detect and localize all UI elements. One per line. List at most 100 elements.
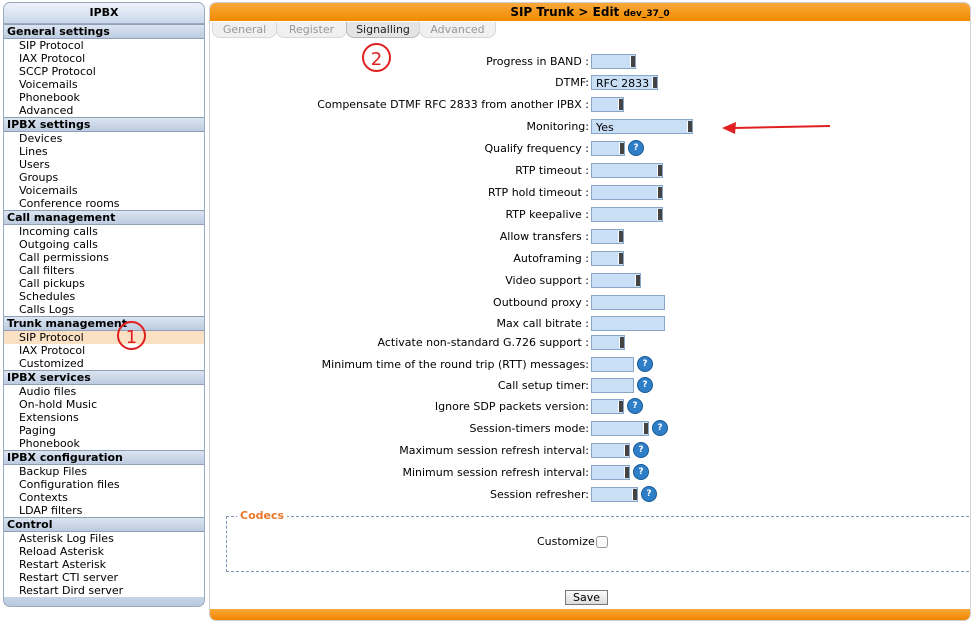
field-label: Monitoring:: [526, 120, 589, 133]
dropdown-arrow-icon: [635, 275, 640, 286]
sidebar-item[interactable]: Outgoing calls: [4, 238, 204, 251]
sidebar-item[interactable]: Audio files: [4, 385, 204, 398]
dropdown-arrow-icon: [624, 467, 629, 478]
sidebar-item[interactable]: Phonebook: [4, 91, 204, 104]
max-call-bitrate-input[interactable]: [591, 316, 665, 331]
help-icon[interactable]: ?: [633, 442, 649, 458]
session-timers-mode-select[interactable]: [591, 421, 649, 436]
field-label: Minimum session refresh interval:: [402, 466, 589, 479]
sidebar-item[interactable]: Lines: [4, 145, 204, 158]
sidebar-item[interactable]: Advanced: [4, 104, 204, 117]
compensate-dtmf-rfc-2833-from-another-ipbx-select[interactable]: [591, 97, 624, 112]
sidebar-item[interactable]: Restart Asterisk: [4, 558, 204, 571]
form-row: DTMF: RFC 2833: [210, 75, 970, 93]
form-row: RTP hold timeout :: [210, 185, 970, 203]
sidebar-item[interactable]: Call pickups: [4, 277, 204, 290]
help-icon[interactable]: ?: [652, 420, 668, 436]
sidebar-item[interactable]: Configuration files: [4, 478, 204, 491]
maximum-session-refresh-interval-select[interactable]: [591, 443, 630, 458]
sidebar-item[interactable]: SIP Protocol: [4, 331, 204, 344]
activate-non-standard-g-726-support-select[interactable]: [591, 335, 625, 350]
sidebar-item[interactable]: Call filters: [4, 264, 204, 277]
sidebar-item[interactable]: On-hold Music: [4, 398, 204, 411]
form-row: Ignore SDP packets version:?: [210, 398, 970, 417]
sidebar-item[interactable]: Calls Logs: [4, 303, 204, 316]
sidebar-item[interactable]: Restart CTI server: [4, 571, 204, 584]
dropdown-arrow-icon: [632, 489, 637, 500]
tab-advanced[interactable]: Advanced: [419, 22, 496, 38]
monitoring-select[interactable]: Yes: [591, 119, 693, 134]
qualify-frequency-select[interactable]: [591, 141, 625, 156]
outbound-proxy-input[interactable]: [591, 295, 665, 310]
dtmf-select[interactable]: RFC 2833: [591, 75, 658, 90]
sidebar-item[interactable]: Devices: [4, 132, 204, 145]
sidebar-item[interactable]: Users: [4, 158, 204, 171]
rtp-keepalive-select[interactable]: [591, 207, 663, 222]
sidebar-item[interactable]: SIP Protocol: [4, 39, 204, 52]
help-icon[interactable]: ?: [633, 464, 649, 480]
form-row: Minimum session refresh interval:?: [210, 464, 970, 483]
sidebar-item[interactable]: Schedules: [4, 290, 204, 303]
sidebar-item[interactable]: Asterisk Log Files: [4, 532, 204, 545]
dropdown-arrow-icon: [618, 253, 623, 264]
page-subtitle: dev_37_0: [623, 9, 670, 19]
sidebar-item[interactable]: IAX Protocol: [4, 344, 204, 357]
dropdown-arrow-icon: [657, 209, 662, 220]
sidebar-item[interactable]: Incoming calls: [4, 225, 204, 238]
allow-transfers-select[interactable]: [591, 229, 624, 244]
field-label: RTP timeout :: [515, 164, 589, 177]
help-icon[interactable]: ?: [637, 377, 653, 393]
sidebar-group-header: General settings: [4, 24, 204, 39]
sidebar-item[interactable]: Phonebook: [4, 437, 204, 450]
tab-general[interactable]: General: [212, 22, 277, 38]
dropdown-arrow-icon: [657, 187, 662, 198]
video-support-select[interactable]: [591, 273, 641, 288]
sidebar-item[interactable]: Contexts: [4, 491, 204, 504]
minimum-session-refresh-interval-select[interactable]: [591, 465, 630, 480]
main-panel: SIP Trunk > Edit dev_37_0 General Regist…: [209, 2, 971, 621]
save-button[interactable]: Save: [565, 590, 608, 605]
form-row: Minimum time of the round trip (RTT) mes…: [210, 356, 970, 375]
form-row: Compensate DTMF RFC 2833 from another IP…: [210, 97, 970, 115]
sidebar-group-header: IPBX configuration: [4, 450, 204, 465]
session-refresher-select[interactable]: [591, 487, 638, 502]
form-row: Monitoring: Yes: [210, 119, 970, 137]
sidebar-group-header: Control: [4, 517, 204, 532]
help-icon[interactable]: ?: [637, 356, 653, 372]
sidebar-item[interactable]: IAX Protocol: [4, 52, 204, 65]
sidebar-item[interactable]: Conference rooms: [4, 197, 204, 210]
sidebar-item[interactable]: Restart Dird server: [4, 584, 204, 597]
call-setup-timer-input[interactable]: [591, 378, 634, 393]
autoframing-select[interactable]: [591, 251, 624, 266]
customize-checkbox[interactable]: [596, 536, 608, 548]
annotation-marker-1: 1: [117, 321, 146, 350]
sidebar-item[interactable]: Paging: [4, 424, 204, 437]
help-icon[interactable]: ?: [627, 398, 643, 414]
dropdown-arrow-icon: [630, 56, 635, 67]
form-row: Activate non-standard G.726 support :: [210, 335, 970, 353]
sidebar-item[interactable]: Extensions: [4, 411, 204, 424]
tab-register[interactable]: Register: [276, 22, 347, 38]
minimum-time-of-the-round-trip-rtt-messages-input[interactable]: [591, 357, 634, 372]
sidebar-item[interactable]: Call permissions: [4, 251, 204, 264]
sidebar-item[interactable]: Customized: [4, 357, 204, 370]
sidebar-item[interactable]: Voicemails: [4, 78, 204, 91]
field-label: DTMF:: [555, 76, 589, 89]
sidebar-item[interactable]: SCCP Protocol: [4, 65, 204, 78]
help-icon[interactable]: ?: [628, 140, 644, 156]
form-row: Autoframing :: [210, 251, 970, 269]
tab-signalling[interactable]: Signalling: [346, 22, 420, 38]
sidebar-item[interactable]: Groups: [4, 171, 204, 184]
help-icon[interactable]: ?: [641, 486, 657, 502]
rtp-hold-timeout-select[interactable]: [591, 185, 663, 200]
dropdown-arrow-icon: [618, 231, 623, 242]
sidebar-item[interactable]: Voicemails: [4, 184, 204, 197]
form-row: Qualify frequency :?: [210, 140, 970, 159]
sidebar-item[interactable]: Backup Files: [4, 465, 204, 478]
sidebar-item[interactable]: Reload Asterisk: [4, 545, 204, 558]
sidebar-item[interactable]: LDAP filters: [4, 504, 204, 517]
progress-in-band-select[interactable]: [591, 54, 636, 69]
rtp-timeout-select[interactable]: [591, 163, 663, 178]
main-footer-bar: [210, 609, 970, 620]
ignore-sdp-packets-version-select[interactable]: [591, 399, 624, 414]
